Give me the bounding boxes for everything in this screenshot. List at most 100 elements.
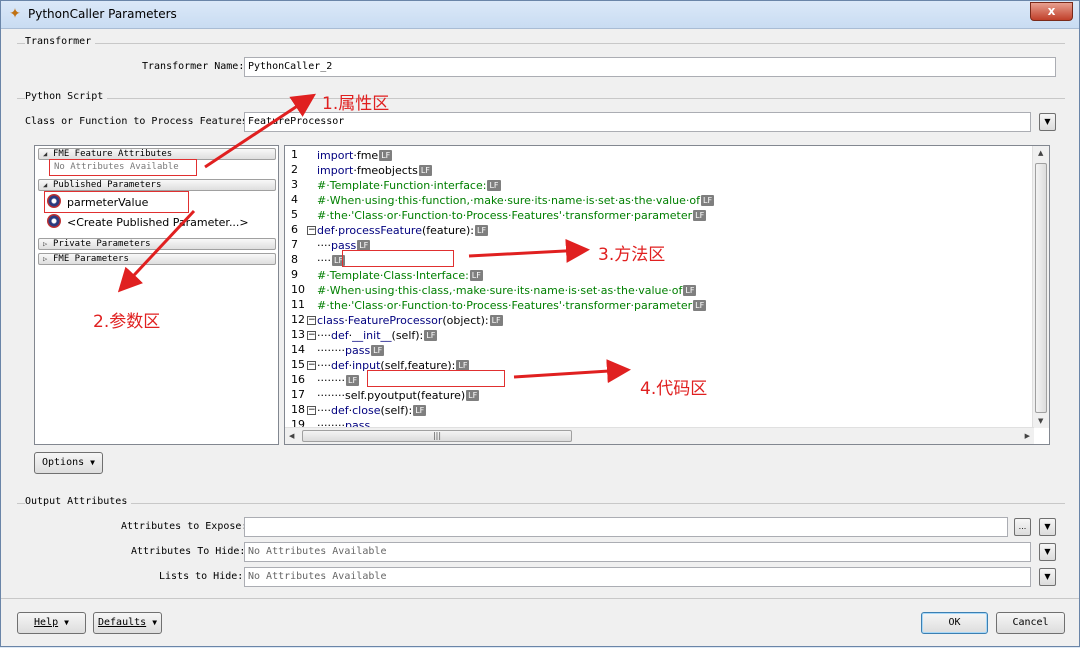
attributes-expose-dropdown-button[interactable]: ▼ [1039, 518, 1056, 536]
transformer-group [17, 43, 1065, 44]
ok-button[interactable]: OK [921, 612, 988, 634]
annotation-code-area: 4.代码区 [640, 379, 708, 399]
line-number: 8 [291, 253, 298, 266]
annotation-attribute-area: 1.属性区 [322, 94, 390, 114]
close-icon: x [1047, 4, 1056, 18]
code-line: ····def·close(self): LF [317, 404, 427, 417]
attributes-expose-ellipsis-button[interactable]: ... [1014, 518, 1031, 536]
code-line: #·When·using·this·function,·make·sure·it… [317, 194, 715, 207]
class-function-input[interactable]: FeatureProcessor [244, 112, 1031, 132]
collapse-triangle-icon: ▷ [43, 240, 48, 248]
attributes-hide-dropdown-button[interactable]: ▼ [1039, 543, 1056, 561]
chevron-down-icon: ▼ [1044, 547, 1051, 556]
chevron-down-icon: ▼ [1044, 117, 1051, 126]
fold-toggle[interactable]: − [307, 316, 316, 325]
line-number: 17 [291, 388, 305, 401]
chevron-down-icon: ▼ [152, 618, 158, 627]
transformer-group-title: Transformer [25, 36, 96, 47]
code-line: #·the·'Class·or·Function·to·Process·Feat… [317, 209, 707, 222]
chevron-down-icon: ▼ [64, 618, 69, 627]
line-number: 11 [291, 298, 305, 311]
footer-divider [1, 598, 1079, 599]
code-line: class·FeatureProcessor(object): LF [317, 314, 503, 327]
close-button[interactable]: x [1030, 2, 1073, 21]
python-script-group-title: Python Script [25, 91, 108, 102]
cancel-button[interactable]: Cancel [996, 612, 1065, 634]
section-private-parameters[interactable]: ▷ Private Parameters [38, 238, 276, 250]
class-function-label: Class or Function to Process Features: [25, 116, 254, 127]
transformer-name-input[interactable]: PythonCaller_2 [244, 57, 1056, 77]
expand-triangle-icon: ◢ [43, 181, 48, 189]
code-editor[interactable]: 1 2 3 4 5 6 7 8 9 10 11 12 13 14 15 16 1… [284, 145, 1050, 445]
code-line: #·Template·Class·Interface: LF [317, 269, 483, 282]
code-line: def·processFeature(feature): LF [317, 224, 489, 237]
code-line: ···· LF [317, 254, 346, 267]
scroll-down-icon[interactable]: ▼ [1038, 417, 1043, 425]
line-number: 4 [291, 193, 298, 206]
parameter-gear-icon [47, 214, 61, 228]
annotation-parameter-area: 2.参数区 [93, 312, 161, 332]
line-number-gutter: 1 2 3 4 5 6 7 8 9 10 11 12 13 14 15 16 1… [285, 146, 317, 431]
window-title: PythonCaller Parameters [28, 7, 177, 21]
line-number: 3 [291, 178, 298, 191]
vertical-scroll-thumb[interactable] [1035, 163, 1047, 413]
scroll-right-icon[interactable]: ▶ [1025, 432, 1030, 440]
code-line: ········self.pyoutput(feature) LF [317, 389, 480, 402]
code-line: import·fme LF [317, 149, 393, 162]
output-attributes-group [17, 503, 1065, 504]
line-number: 14 [291, 343, 305, 356]
line-number: 1 [291, 148, 298, 161]
code-line: #·When·using·this·class,·make·sure·its·n… [317, 284, 697, 297]
fold-toggle[interactable]: − [307, 406, 316, 415]
code-line: import·fmeobjects LF [317, 164, 432, 177]
fold-toggle[interactable]: − [307, 226, 316, 235]
section-published-parameters[interactable]: ◢ Published Parameters [38, 179, 276, 191]
python-script-group [17, 98, 1065, 99]
scroll-up-icon[interactable]: ▲ [1038, 149, 1043, 157]
python-caller-icon: ✦ [9, 6, 21, 22]
collapse-triangle-icon: ▷ [43, 255, 48, 263]
attributes-hide-label: Attributes To Hide: [131, 546, 246, 557]
code-line: ········pass LF [317, 344, 385, 357]
scroll-left-icon[interactable]: ◀ [289, 432, 294, 440]
fold-toggle[interactable]: − [307, 361, 316, 370]
chevron-down-icon: ▼ [1044, 522, 1051, 531]
attributes-hide-input[interactable]: No Attributes Available [244, 542, 1031, 562]
output-attributes-group-title: Output Attributes [25, 496, 132, 507]
expand-triangle-icon: ◢ [43, 150, 48, 158]
highlight-attributes [49, 159, 197, 176]
line-number: 16 [291, 373, 305, 386]
section-fme-parameters[interactable]: ▷ FME Parameters [38, 253, 276, 265]
defaults-button[interactable]: Defaults ▼ [93, 612, 162, 634]
help-button[interactable]: Help ▼ [17, 612, 86, 634]
lists-hide-input[interactable]: No Attributes Available [244, 567, 1031, 587]
attributes-expose-label: Attributes to Expose: [121, 521, 248, 532]
create-published-param-item[interactable]: <Create Published Parameter...> [47, 214, 249, 230]
title-bar[interactable]: ✦ PythonCaller Parameters x [1, 1, 1079, 29]
vertical-scrollbar[interactable]: ▲ ▼ [1032, 146, 1049, 428]
code-line: ····def·__init__(self): LF [317, 329, 438, 342]
annotation-method-area: 3.方法区 [598, 245, 666, 265]
options-button[interactable]: Options ▼ [34, 452, 103, 474]
highlight-method [342, 250, 454, 267]
chevron-down-icon: ▼ [1044, 572, 1051, 581]
dialog-window: ✦ PythonCaller Parameters x Transformer … [0, 0, 1080, 647]
line-number: 9 [291, 268, 298, 281]
lists-hide-dropdown-button[interactable]: ▼ [1039, 568, 1056, 586]
line-number: 7 [291, 238, 298, 251]
class-function-dropdown-button[interactable]: ▼ [1039, 113, 1056, 131]
code-line: ········ LF [317, 374, 360, 387]
line-number: 2 [291, 163, 298, 176]
code-line: #·the·'Class·or·Function·to·Process·Feat… [317, 299, 707, 312]
highlight-parameter [44, 191, 189, 213]
parameter-panel: ◢ FME Feature Attributes No Attributes Av… [34, 145, 279, 445]
attributes-expose-input[interactable] [244, 517, 1008, 537]
transformer-name-label: Transformer Name: [142, 61, 245, 72]
highlight-code [367, 370, 505, 387]
line-number: 5 [291, 208, 298, 221]
horizontal-scrollbar[interactable]: ◀ ||| ▶ [285, 427, 1034, 444]
lists-hide-label: Lists to Hide: [159, 571, 244, 582]
horizontal-scroll-thumb[interactable]: ||| [302, 430, 572, 442]
code-line: #·Template·Function·interface: LF [317, 179, 501, 192]
fold-toggle[interactable]: − [307, 331, 316, 340]
